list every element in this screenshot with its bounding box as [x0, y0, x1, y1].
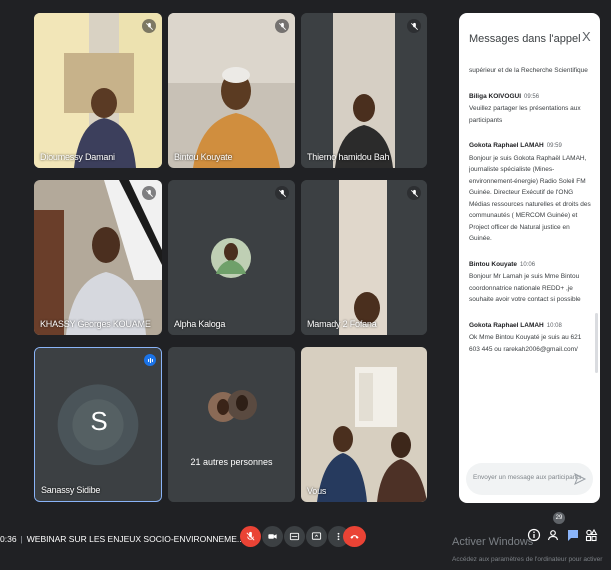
speaking-icon	[144, 354, 156, 366]
chat-title: Messages dans l'appel	[469, 33, 581, 45]
present-icon	[311, 532, 322, 540]
participant-avatar-5	[168, 180, 295, 335]
message-text: supérieur et de la Recherche Scientifiqu…	[469, 67, 588, 74]
participant-video-3	[301, 13, 427, 168]
chat-message: Gokota Raphael LAMAH 09:59 Bonjour je sui…	[469, 140, 593, 245]
message-sender: Biliga KOIVOGUI	[469, 92, 522, 100]
message-sender: Gokota Raphael LAMAH	[469, 142, 544, 149]
participant-name: Sanassy Sidibe	[41, 485, 101, 495]
chat-composer[interactable]: Envoyer un message aux participants	[466, 463, 593, 495]
mic-off-icon	[142, 19, 156, 33]
participant-name: Dioumessy Damani	[40, 152, 115, 162]
phone-hangup-icon	[350, 535, 359, 539]
send-icon[interactable]	[573, 472, 587, 486]
shapes-icon	[585, 528, 598, 542]
message-time: 10:06	[520, 261, 536, 268]
participant-name: Vous	[307, 486, 327, 496]
others-count-label: 21 autres personnes	[190, 457, 273, 467]
meeting-title: WEBINAR SUR LES ENJEUX SOCIO-ENVIRONNEME…	[26, 534, 245, 544]
participant-video-6	[301, 180, 427, 335]
mic-toggle-button[interactable]	[240, 526, 261, 547]
people-icon	[547, 530, 559, 541]
end-call-button[interactable]	[343, 526, 366, 547]
participant-name: Mamady 2 Fofana	[307, 319, 377, 329]
participant-tile-4[interactable]: KHASSY Georges KOUAME	[34, 180, 162, 335]
mic-off-icon	[275, 186, 289, 200]
windows-activation-title: Activer Windows	[452, 536, 534, 548]
close-chat-button[interactable]: X	[582, 30, 591, 43]
participant-name: Thierno hamidou Bah	[307, 152, 390, 162]
chat-message-list: supérieur et de la Recherche Scientifiqu…	[469, 65, 593, 453]
mic-off-icon	[407, 186, 421, 200]
chat-icon	[568, 530, 578, 541]
participant-video-4	[34, 180, 162, 335]
message-sender: Bintou Kouyate	[469, 260, 518, 268]
others-tile[interactable]: 21 autres personnes	[168, 347, 295, 502]
message-time: 09:56	[524, 93, 540, 100]
chat-button[interactable]	[566, 528, 580, 542]
chat-message: Gokota Raphael LAMAH 10:08 Ok Mme Bintou …	[469, 320, 593, 356]
mic-off-icon	[275, 19, 289, 33]
self-video	[301, 347, 427, 502]
meet-call-window: Dioumessy Damani Bintou Kouyate Thierno …	[0, 0, 611, 570]
participant-name: Bintou Kouyate	[174, 152, 233, 162]
participant-count-badge: 29	[553, 512, 565, 524]
participant-video-1	[34, 13, 162, 168]
message-text: Veuillez partager les présentations aux …	[469, 105, 581, 124]
participant-video-2	[168, 13, 295, 168]
camera-toggle-button[interactable]	[262, 526, 283, 547]
present-button[interactable]	[306, 526, 327, 547]
others-avatars	[168, 347, 295, 502]
participant-tile-3[interactable]: Thierno hamidou Bah	[301, 13, 427, 168]
message-input[interactable]: Envoyer un message aux participants	[473, 474, 581, 481]
participant-name: Alpha Kaloga	[174, 319, 226, 329]
participant-tile-1[interactable]: Dioumessy Damani	[34, 13, 162, 168]
chat-message: supérieur et de la Recherche Scientifiqu…	[469, 65, 593, 77]
message-text: Bonjour Mr Lamah je suis Mme Bintou coor…	[469, 273, 581, 303]
message-time: 09:59	[546, 143, 562, 149]
chat-panel: Messages dans l'appel X supérieur et de …	[459, 13, 600, 503]
windows-activation-subtitle: Accédez aux paramètres de l'ordinateur p…	[452, 556, 603, 563]
participant-tile-2[interactable]: Bintou Kouyate	[168, 13, 295, 168]
chat-message: Biliga KOIVOGUI 09:56 Veuillez partager l…	[469, 91, 593, 127]
participant-name: KHASSY Georges KOUAME	[40, 319, 151, 329]
chat-message: Bintou Kouyate 10:06 Bonjour Mr Lamah je …	[469, 259, 593, 306]
mic-off-icon	[246, 531, 255, 541]
avatar-initial: S	[90, 406, 108, 436]
mic-off-icon	[142, 186, 156, 200]
chat-scrollbar[interactable]	[595, 313, 598, 373]
participants-button[interactable]	[546, 528, 560, 542]
meeting-info: 0:36 | WEBINAR SUR LES ENJEUX SOCIO-ENVIRO…	[0, 534, 245, 544]
message-time: 10:08	[546, 322, 562, 329]
participant-tile-7[interactable]: S Sanassy Sidibe	[34, 347, 162, 502]
self-tile[interactable]: Vous	[301, 347, 427, 502]
message-text: Bonjour je suis Gokota Raphaël LAMAH, jo…	[469, 154, 591, 243]
captions-icon	[289, 532, 300, 541]
participant-tile-5[interactable]: Alpha Kaloga	[168, 180, 295, 335]
mic-off-icon	[407, 19, 421, 33]
activities-button[interactable]	[584, 528, 598, 542]
camera-icon	[268, 534, 277, 539]
message-sender: Gokota Raphael LAMAH	[469, 321, 544, 329]
participant-tile-6[interactable]: Mamady 2 Fofana	[301, 180, 427, 335]
captions-button[interactable]	[284, 526, 305, 547]
message-text: Ok Mme Bintou Kouyaté je suis au 621 603…	[469, 334, 582, 353]
meeting-time: 0:36	[0, 534, 17, 544]
